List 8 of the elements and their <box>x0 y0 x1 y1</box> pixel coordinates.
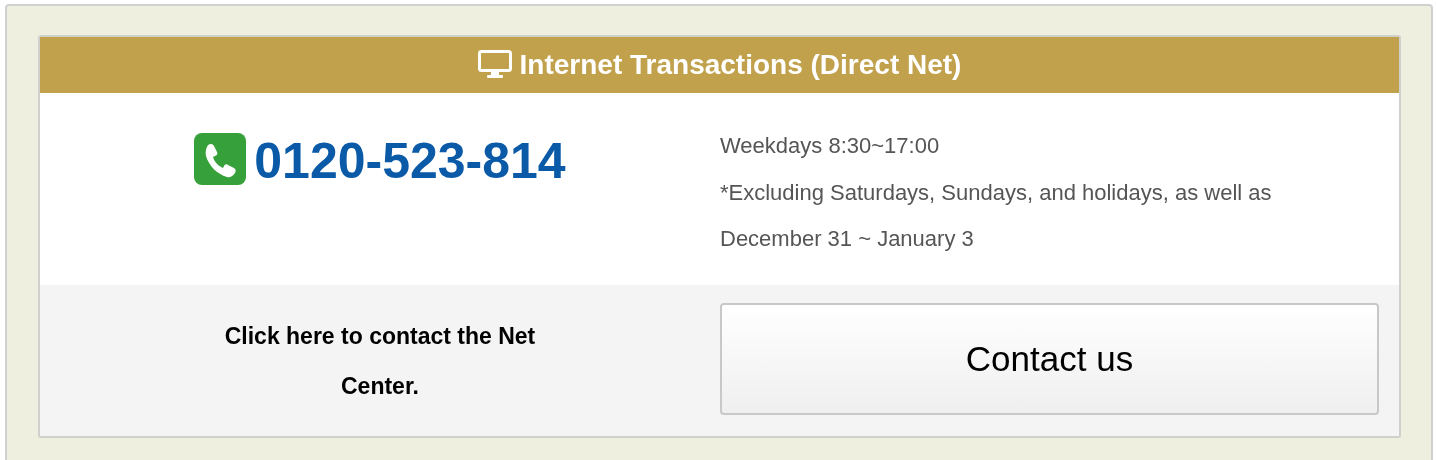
phone-number: 0120-523-814 <box>254 133 566 189</box>
section-title: Internet Transactions (Direct Net) <box>519 49 962 81</box>
hours-text: Weekdays 8:30~17:00 <box>720 132 941 160</box>
contact-prompt: Click here to contact the Net Center. <box>223 322 537 401</box>
monitor-icon <box>477 50 512 80</box>
phone-icon <box>194 133 247 185</box>
contact-button[interactable]: Contact us <box>720 303 1379 415</box>
hours-text: *Excluding Saturdays, Sundays, and holidays, as well as December 31 ~ January 3 <box>720 178 1273 253</box>
